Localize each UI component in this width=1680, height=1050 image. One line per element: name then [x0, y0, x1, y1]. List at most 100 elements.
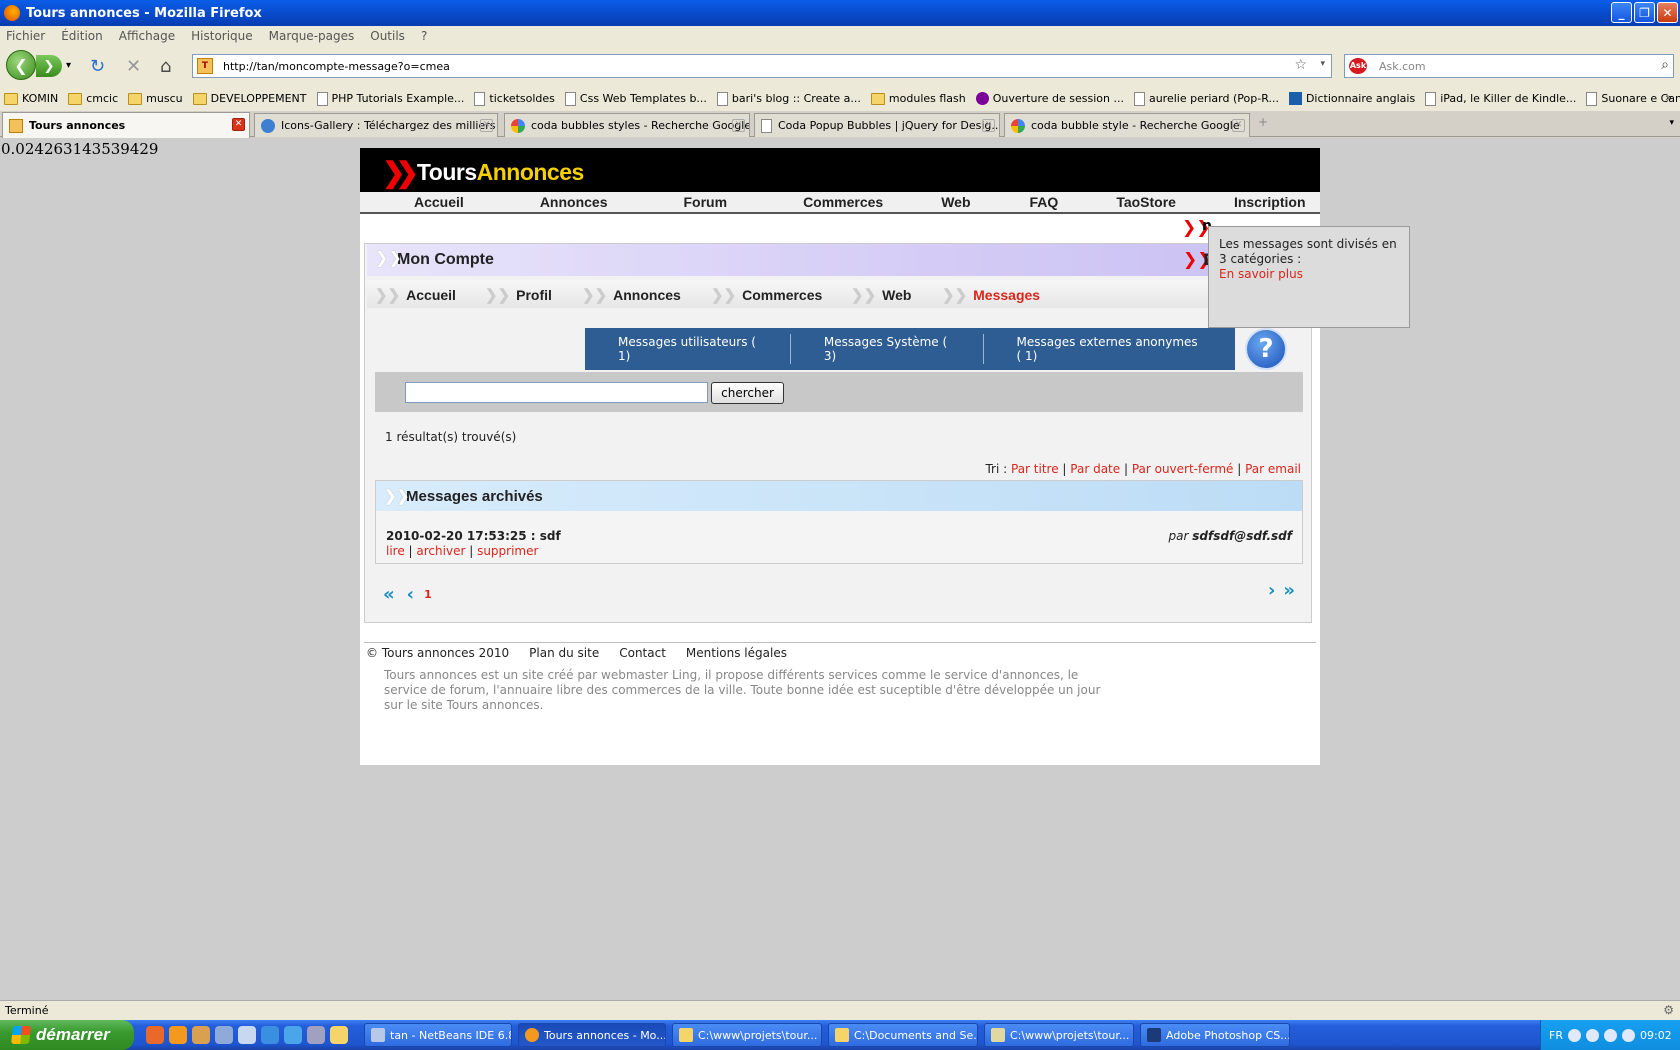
- close-tab-icon[interactable]: ✕: [732, 119, 745, 132]
- sort-by-title-link[interactable]: Par titre: [1011, 462, 1059, 476]
- menu-fichier[interactable]: Fichier: [6, 29, 45, 43]
- ask-engine-icon[interactable]: Ask: [1349, 58, 1367, 74]
- archive-link[interactable]: archiver: [416, 544, 465, 558]
- close-tab-icon[interactable]: ✕: [982, 119, 995, 132]
- reload-icon[interactable]: ↻: [90, 56, 105, 77]
- tool-icon[interactable]: [215, 1026, 233, 1044]
- tab-tours-annonces[interactable]: Tours annonces ✕: [2, 112, 250, 138]
- bookmark-item[interactable]: DEVELOPPEMENT: [192, 92, 307, 105]
- bookmark-item[interactable]: PHP Tutorials Example...: [316, 91, 464, 106]
- menu-edition[interactable]: Édition: [61, 29, 103, 43]
- url-dropdown-icon[interactable]: ▾: [1320, 59, 1325, 69]
- close-window-button[interactable]: ✕: [1657, 2, 1678, 23]
- new-tab-icon[interactable]: +: [1258, 115, 1268, 129]
- bookmark-item[interactable]: bari's blog :: Create a...: [716, 91, 861, 106]
- task-explorer-1[interactable]: C:\www\projets\tour...: [672, 1023, 822, 1047]
- start-button[interactable]: démarrer: [0, 1020, 134, 1050]
- search-icon[interactable]: ⌕: [1661, 57, 1669, 73]
- nav-inscription[interactable]: Inscription: [1234, 194, 1306, 210]
- menu-outils[interactable]: Outils: [370, 29, 405, 43]
- tab-messages-systeme[interactable]: Messages Système ( 3): [789, 334, 983, 364]
- task-explorer-2[interactable]: C:\Documents and Se...: [828, 1023, 978, 1047]
- back-button[interactable]: ❮: [6, 50, 36, 80]
- previous-page-icon[interactable]: ‹: [407, 584, 414, 605]
- subnav-accueil[interactable]: ❯❯ Accueil: [375, 286, 456, 304]
- contact-link[interactable]: Contact: [619, 646, 666, 660]
- menu-historique[interactable]: Historique: [191, 29, 253, 43]
- page-number[interactable]: 1: [424, 588, 432, 601]
- message-search-input[interactable]: [405, 382, 708, 403]
- close-tab-icon[interactable]: ✕: [1232, 119, 1245, 132]
- task-photoshop[interactable]: Adobe Photoshop CS...: [1140, 1023, 1290, 1047]
- task-firefox[interactable]: Tours annonces - Mo...: [518, 1023, 666, 1047]
- subnav-annonces[interactable]: ❯❯ Annonces: [582, 286, 681, 304]
- bookmark-item[interactable]: Dictionnaire anglais: [1288, 92, 1415, 105]
- app-icon[interactable]: [238, 1026, 256, 1044]
- bookmark-item[interactable]: modules flash: [870, 92, 966, 105]
- tab-list-icon[interactable]: ▾: [1669, 118, 1674, 128]
- sort-by-date-link[interactable]: Par date: [1070, 462, 1120, 476]
- nav-accueil[interactable]: Accueil: [414, 194, 464, 210]
- media-icon[interactable]: [307, 1026, 325, 1044]
- bookmark-item[interactable]: aurelie periard (Pop-R...: [1133, 91, 1279, 106]
- next-page-icon[interactable]: ›: [1268, 580, 1275, 601]
- tab-messages-utilisateurs[interactable]: Messages utilisateurs ( 1): [585, 334, 790, 364]
- folder-icon[interactable]: [330, 1026, 348, 1044]
- menu-help[interactable]: ?: [421, 29, 427, 43]
- tab-coda-popup[interactable]: Coda Popup Bubbles | jQuery for Desig...…: [754, 113, 1000, 137]
- menu-affichage[interactable]: Affichage: [119, 29, 175, 43]
- bookmark-item[interactable]: Ouverture de session ...: [975, 92, 1124, 105]
- search-input[interactable]: Ask Ask.com ⌕: [1344, 54, 1674, 78]
- subnav-web[interactable]: ❯❯ Web: [851, 286, 911, 304]
- tab-google-search-1[interactable]: coda bubbles styles - Recherche Google ✕: [504, 113, 750, 137]
- history-dropdown-icon[interactable]: ▾: [66, 60, 71, 71]
- subnav-messages[interactable]: ❯❯ Messages: [942, 286, 1040, 304]
- volume-icon[interactable]: [1603, 1028, 1617, 1042]
- nav-web[interactable]: Web: [941, 194, 970, 210]
- network-icon[interactable]: [1585, 1028, 1599, 1042]
- close-tab-icon[interactable]: ✕: [480, 119, 493, 132]
- first-page-icon[interactable]: «: [383, 584, 395, 605]
- sort-by-status-link[interactable]: Par ouvert-fermé: [1132, 462, 1234, 476]
- nav-faq[interactable]: FAQ: [1030, 194, 1059, 210]
- menu-marque-pages[interactable]: Marque-pages: [269, 29, 355, 43]
- chrome-icon[interactable]: [146, 1026, 164, 1044]
- chevron-more-icon[interactable]: »: [1665, 91, 1672, 104]
- tab-google-search-2[interactable]: coda bubble style - Recherche Google ✕: [1004, 113, 1250, 137]
- subnav-profil[interactable]: ❯❯ Profil: [485, 286, 552, 304]
- ie-alt-icon[interactable]: [284, 1026, 302, 1044]
- task-netbeans[interactable]: tan - NetBeans IDE 6.8: [364, 1023, 512, 1047]
- help-icon[interactable]: ?: [1245, 328, 1287, 370]
- nav-taostore[interactable]: TaoStore: [1116, 194, 1176, 210]
- sort-by-email-link[interactable]: Par email: [1245, 462, 1301, 476]
- language-indicator[interactable]: FR: [1549, 1029, 1563, 1042]
- tab-messages-externes[interactable]: Messages externes anonymes ( 1): [982, 334, 1235, 364]
- close-tab-icon[interactable]: ✕: [232, 118, 245, 131]
- site-logo[interactable]: ❯❯ Tours Annonces: [382, 156, 584, 189]
- bookmark-item[interactable]: cmcic: [68, 92, 118, 105]
- forward-button[interactable]: ❯: [36, 55, 62, 77]
- search-button[interactable]: chercher: [711, 382, 784, 404]
- home-icon[interactable]: ⌂: [160, 56, 171, 77]
- tray-arrow-icon[interactable]: [1567, 1028, 1581, 1042]
- url-input[interactable]: T http://tan/moncompte-message?o=cmea ☆ …: [192, 54, 1332, 78]
- last-page-icon[interactable]: »: [1283, 580, 1295, 601]
- task-editor[interactable]: C:\www\projets\tour...: [984, 1023, 1134, 1047]
- firefox-icon[interactable]: [169, 1026, 187, 1044]
- bookmark-item[interactable]: KOMIN: [4, 92, 58, 105]
- subnav-commerces[interactable]: ❯❯ Commerces: [711, 286, 822, 304]
- read-link[interactable]: lire: [386, 544, 405, 558]
- nav-annonces[interactable]: Annonces: [540, 194, 608, 210]
- learn-more-link[interactable]: En savoir plus: [1219, 267, 1303, 281]
- tab-icons-gallery[interactable]: Icons-Gallery : Téléchargez des milliers…: [254, 113, 498, 137]
- security-icon[interactable]: [1621, 1028, 1635, 1042]
- resize-grip-icon[interactable]: ⚙: [1663, 1003, 1674, 1017]
- minimize-button[interactable]: _: [1611, 2, 1632, 23]
- legal-link[interactable]: Mentions légales: [686, 646, 787, 660]
- delete-link[interactable]: supprimer: [477, 544, 538, 558]
- bookmark-item[interactable]: muscu: [128, 92, 183, 105]
- bookmark-item[interactable]: Css Web Templates b...: [564, 91, 707, 106]
- messenger-icon[interactable]: [192, 1026, 210, 1044]
- ie-icon[interactable]: [261, 1026, 279, 1044]
- stop-icon[interactable]: ✕: [126, 56, 141, 77]
